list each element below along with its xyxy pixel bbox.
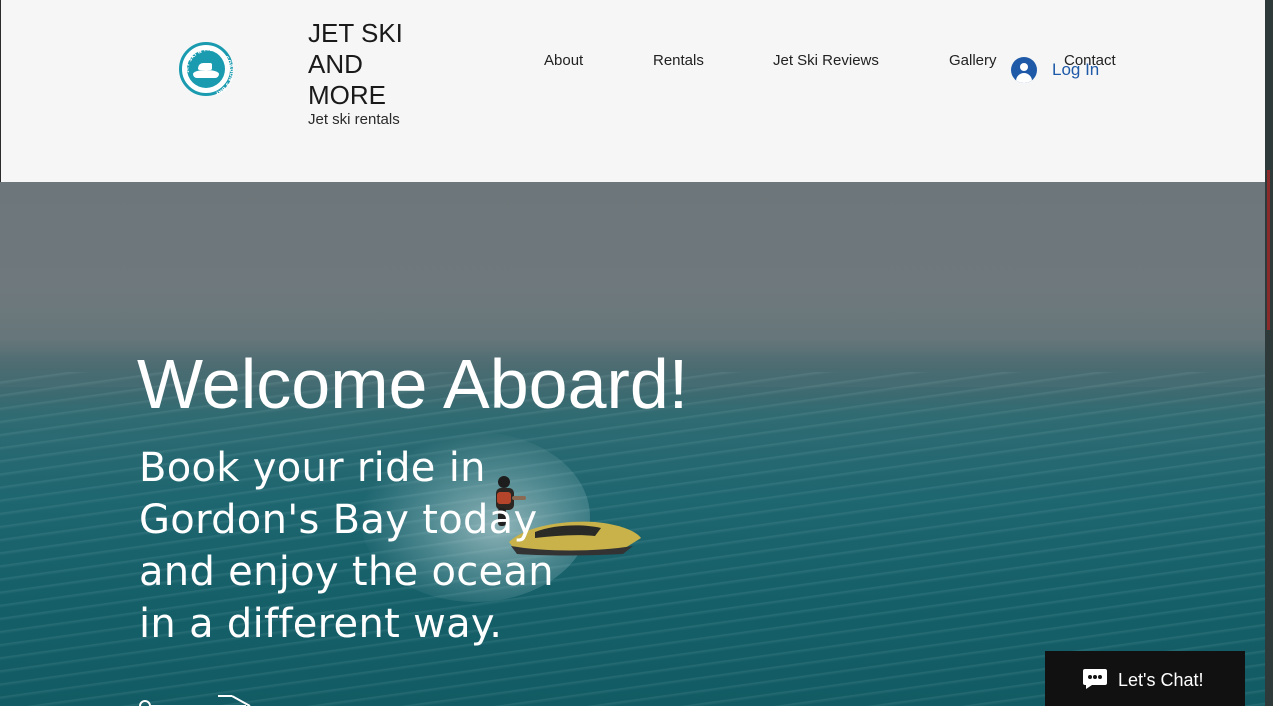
svg-text:JET SKI & MORE · GORDON'S BAY: JET SKI & MORE · GORDON'S BAY bbox=[184, 47, 234, 96]
site-logo[interactable]: JET SKI & MORE · GORDON'S BAY bbox=[179, 42, 234, 96]
site-header: JET SKI & MORE · GORDON'S BAY JET SKI AN… bbox=[0, 0, 1265, 182]
window-edge bbox=[1265, 0, 1273, 706]
nav-item-about[interactable]: About bbox=[544, 52, 583, 69]
page: JET SKI & MORE · GORDON'S BAY JET SKI AN… bbox=[0, 0, 1273, 706]
nav-item-rentals[interactable]: Rentals bbox=[653, 52, 704, 69]
arrow-right-icon[interactable] bbox=[136, 690, 256, 706]
logo-ring-text: JET SKI & MORE · GORDON'S BAY bbox=[184, 47, 234, 96]
window-edge-stripe bbox=[1267, 170, 1270, 330]
nav-item-gallery[interactable]: Gallery bbox=[949, 52, 997, 69]
chat-bubble-icon bbox=[1083, 669, 1107, 689]
hero-title: Welcome Aboard! bbox=[137, 345, 689, 423]
chat-label: Let's Chat! bbox=[1118, 670, 1204, 690]
logo-ring-label: JET SKI & MORE · GORDON'S BAY bbox=[184, 47, 234, 96]
brand-subtitle: Jet ski rentals bbox=[308, 111, 400, 128]
hero-section: Welcome Aboard! Book your ride in Gordon… bbox=[0, 182, 1265, 706]
chat-widget-button[interactable]: Let's Chat! bbox=[1045, 651, 1245, 706]
brand-title[interactable]: JET SKI AND MORE bbox=[308, 18, 448, 111]
user-avatar-icon bbox=[1011, 57, 1037, 83]
login-button[interactable]: Log In bbox=[1011, 56, 1099, 84]
hero-text: Book your ride in Gordon's Bay today and… bbox=[139, 445, 554, 647]
login-label: Log In bbox=[1052, 60, 1100, 79]
nav-item-jet-ski-reviews[interactable]: Jet Ski Reviews bbox=[773, 52, 879, 69]
